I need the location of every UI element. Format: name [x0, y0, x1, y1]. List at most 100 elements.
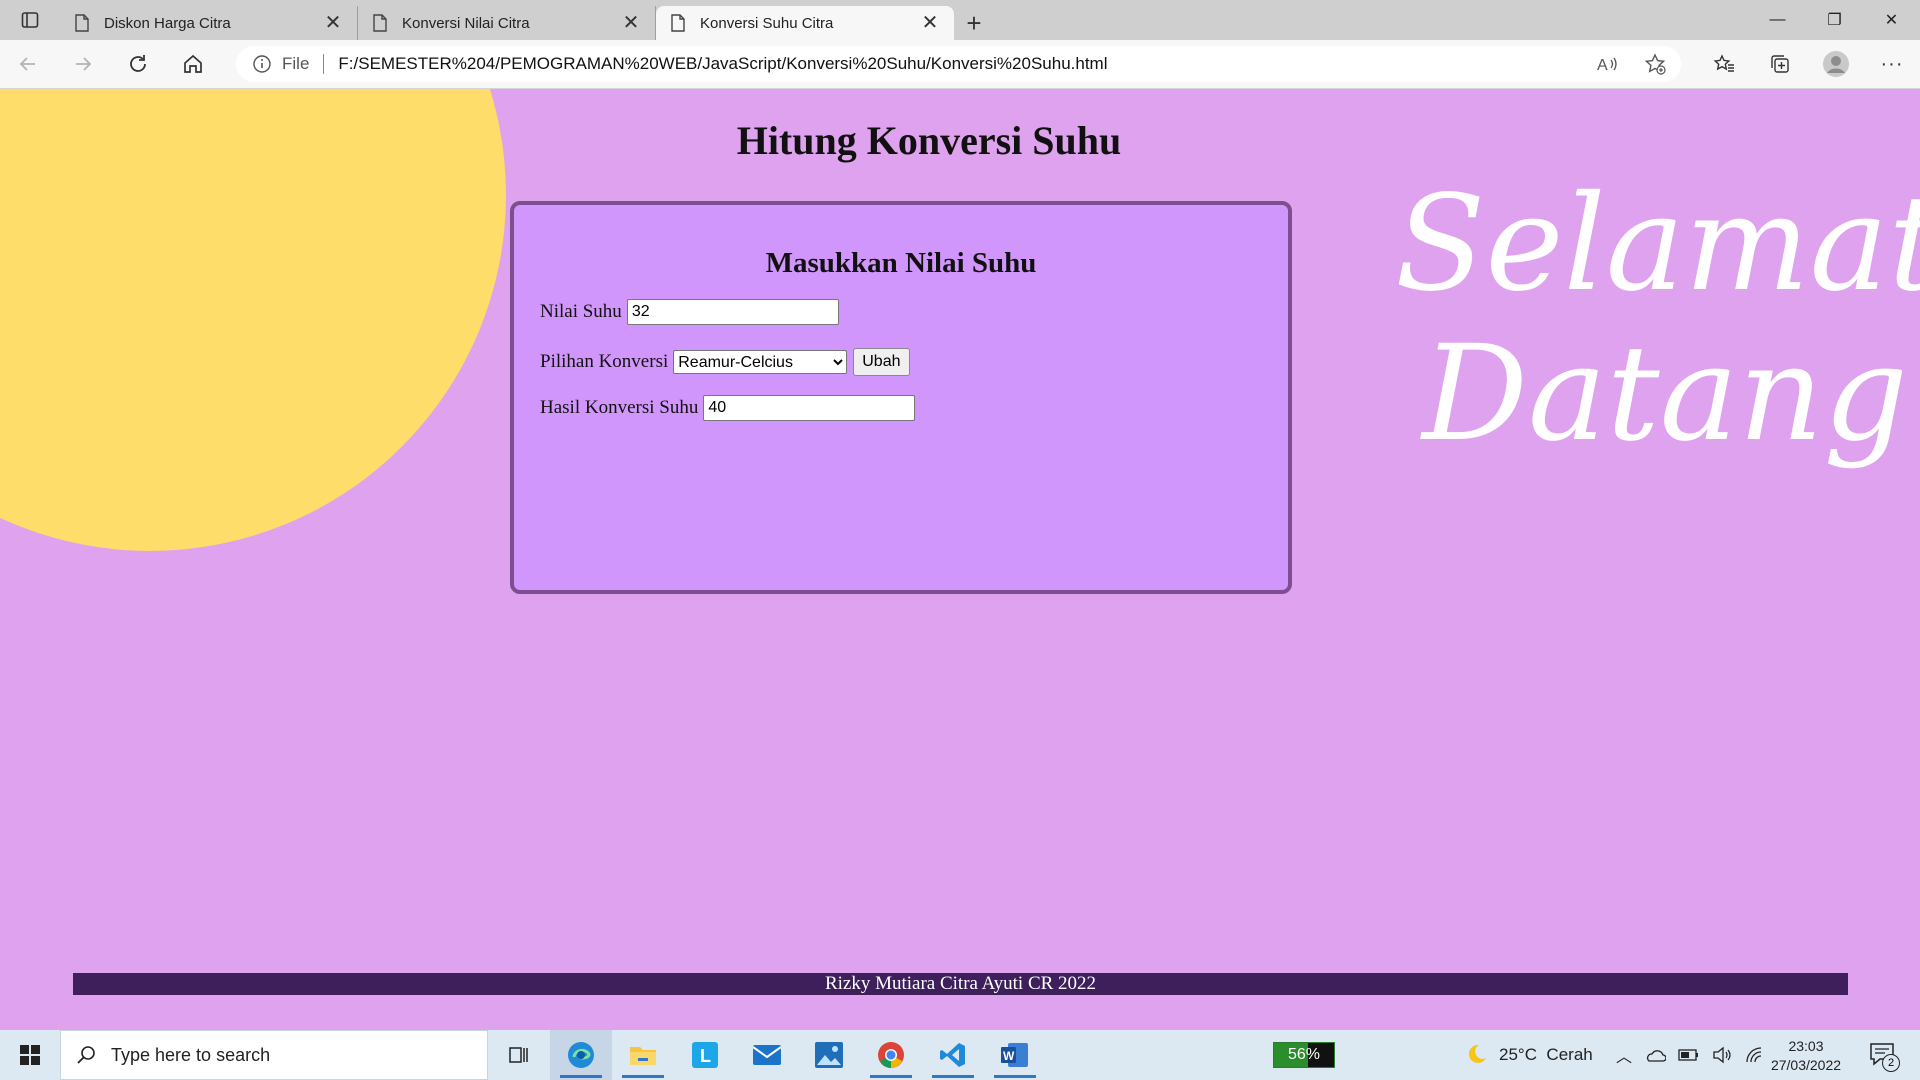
form-heading: Masukkan Nilai Suhu — [765, 247, 1037, 279]
info-icon[interactable] — [252, 54, 272, 74]
moon-cloud-icon — [1468, 1044, 1486, 1063]
avatar-icon — [1823, 51, 1849, 77]
toolbar-right: ··· — [1696, 40, 1920, 88]
clock-date: 27/03/2022 — [1770, 1057, 1842, 1073]
task-view-button[interactable] — [488, 1030, 550, 1080]
vscode-icon — [940, 1043, 965, 1067]
taskbar-app-file-explorer[interactable] — [612, 1030, 674, 1080]
read-aloud-icon[interactable]: A — [1595, 52, 1619, 76]
profile-button[interactable] — [1808, 40, 1864, 88]
page-icon — [671, 14, 685, 32]
tab-title: Konversi Nilai Citra — [402, 14, 530, 32]
arrow-left-icon — [19, 57, 35, 71]
taskbar-app-vscode[interactable] — [922, 1030, 984, 1080]
windows-icon — [20, 1045, 40, 1065]
chevron-up-icon[interactable]: ︿ — [1616, 1043, 1632, 1067]
tab-konversi-nilai[interactable]: Konversi Nilai Citra ✕ — [358, 6, 656, 40]
home-button[interactable] — [165, 40, 220, 88]
refresh-icon — [129, 55, 146, 72]
pilihan-konversi-row: Pilihan Konversi Reamur-Celcius Ubah — [540, 348, 910, 376]
more-icon: ··· — [1880, 52, 1904, 75]
battery-icon[interactable] — [1678, 1048, 1700, 1062]
hasil-konversi-row: Hasil Konversi Suhu — [540, 395, 916, 421]
wifi-icon[interactable] — [1744, 1046, 1764, 1064]
taskbar-app-word[interactable]: W — [984, 1030, 1046, 1080]
nilai-suhu-input[interactable] — [626, 299, 839, 325]
system-tray: ︿ — [1616, 1030, 1764, 1080]
address-bar-actions: A — [1595, 52, 1667, 76]
taskbar-clock[interactable]: 23:03 27/03/2022 — [1766, 1037, 1846, 1075]
collections-button[interactable] — [1752, 40, 1808, 88]
weather-widget[interactable]: 25°C Cerah — [1463, 1030, 1593, 1080]
welcome-text: Selamat Datang — [1395, 169, 1920, 469]
battery-percent: 56% — [1287, 1046, 1321, 1063]
nilai-suhu-row: Nilai Suhu — [540, 299, 839, 325]
word-icon: W — [1001, 1043, 1028, 1067]
pilihan-konversi-label: Pilihan Konversi — [540, 351, 669, 372]
plus-icon: + — [966, 7, 982, 38]
url-text[interactable]: F:/SEMESTER%204/PEMOGRAMAN%20WEB/JavaScr… — [338, 54, 1107, 74]
address-bar[interactable]: File F:/SEMESTER%204/PEMOGRAMAN%20WEB/Ja… — [236, 46, 1681, 82]
svg-text:L: L — [700, 1046, 711, 1066]
clock-time: 23:03 — [1788, 1038, 1824, 1054]
lark-icon: L — [692, 1042, 718, 1068]
tab-actions-button[interactable] — [0, 0, 60, 40]
welcome-line-1: Selamat — [1395, 167, 1920, 321]
windows-taskbar: Type here to search L W 56% 25°C Cerah ︿ — [0, 1030, 1920, 1080]
weather-text: 25°C Cerah — [1499, 1045, 1593, 1064]
add-favorite-icon[interactable] — [1643, 52, 1667, 76]
arrow-right-icon — [75, 57, 91, 71]
favorites-button[interactable] — [1696, 40, 1752, 88]
search-placeholder: Type here to search — [111, 1044, 271, 1065]
decorative-circle — [0, 89, 506, 551]
pilihan-konversi-select[interactable]: Reamur-Celcius — [673, 350, 848, 374]
close-icon: ✕ — [1884, 12, 1899, 29]
restore-button[interactable]: ❐ — [1806, 0, 1863, 40]
taskbar-app-lark[interactable]: L — [674, 1030, 736, 1080]
volume-icon[interactable] — [1712, 1046, 1732, 1064]
notification-count: 2 — [1882, 1054, 1900, 1072]
tab-konversi-suhu[interactable]: Konversi Suhu Citra ✕ — [656, 6, 954, 40]
minimize-button[interactable]: — — [1749, 0, 1806, 40]
scheme-label: File — [282, 54, 310, 73]
tab-title: Diskon Harga Citra — [104, 14, 231, 32]
page-icon — [75, 14, 89, 32]
restore-icon: ❐ — [1827, 12, 1842, 29]
close-icon[interactable]: ✕ — [920, 13, 940, 33]
more-menu-button[interactable]: ··· — [1864, 40, 1920, 88]
svg-text:A: A — [1597, 57, 1608, 74]
close-icon[interactable]: ✕ — [621, 13, 641, 33]
chrome-icon — [878, 1042, 904, 1068]
edge-icon — [568, 1042, 594, 1068]
close-window-button[interactable]: ✕ — [1863, 0, 1920, 40]
battery-meter[interactable]: 56% — [1273, 1042, 1335, 1068]
new-tab-button[interactable]: + — [954, 6, 994, 40]
photos-icon — [815, 1042, 843, 1068]
tab-diskon-harga[interactable]: Diskon Harga Citra ✕ — [60, 6, 358, 40]
home-icon — [183, 54, 202, 73]
tab-actions-icon — [21, 12, 39, 28]
taskbar-app-edge[interactable] — [550, 1030, 612, 1080]
notification-center-button[interactable]: 2 — [1868, 1040, 1900, 1072]
hasil-konversi-output[interactable] — [703, 395, 916, 421]
ubah-button[interactable]: Ubah — [853, 348, 910, 376]
taskbar-app-chrome[interactable] — [860, 1030, 922, 1080]
divider — [323, 54, 325, 74]
taskbar-search[interactable]: Type here to search — [60, 1030, 488, 1080]
svg-text:W: W — [1003, 1049, 1015, 1063]
onedrive-icon[interactable] — [1644, 1047, 1667, 1063]
taskbar-app-mail[interactable] — [736, 1030, 798, 1080]
task-view-icon — [509, 1047, 528, 1063]
forward-button[interactable] — [55, 40, 110, 88]
refresh-button[interactable] — [110, 40, 165, 88]
page-icon — [373, 14, 387, 32]
welcome-line-2: Datang — [1422, 317, 1908, 471]
taskbar-app-photos[interactable] — [798, 1030, 860, 1080]
close-icon[interactable]: ✕ — [323, 13, 343, 33]
footer: Rizky Mutiara Citra Ayuti CR 2022 — [73, 973, 1848, 995]
conversion-form-panel: Masukkan Nilai Suhu Nilai Suhu Pilihan K… — [510, 201, 1292, 594]
collections-icon — [1771, 55, 1789, 73]
browser-tab-bar: Diskon Harga Citra ✕ Konversi Nilai Citr… — [0, 0, 1920, 40]
start-button[interactable] — [0, 1030, 60, 1080]
back-button[interactable] — [0, 40, 55, 88]
